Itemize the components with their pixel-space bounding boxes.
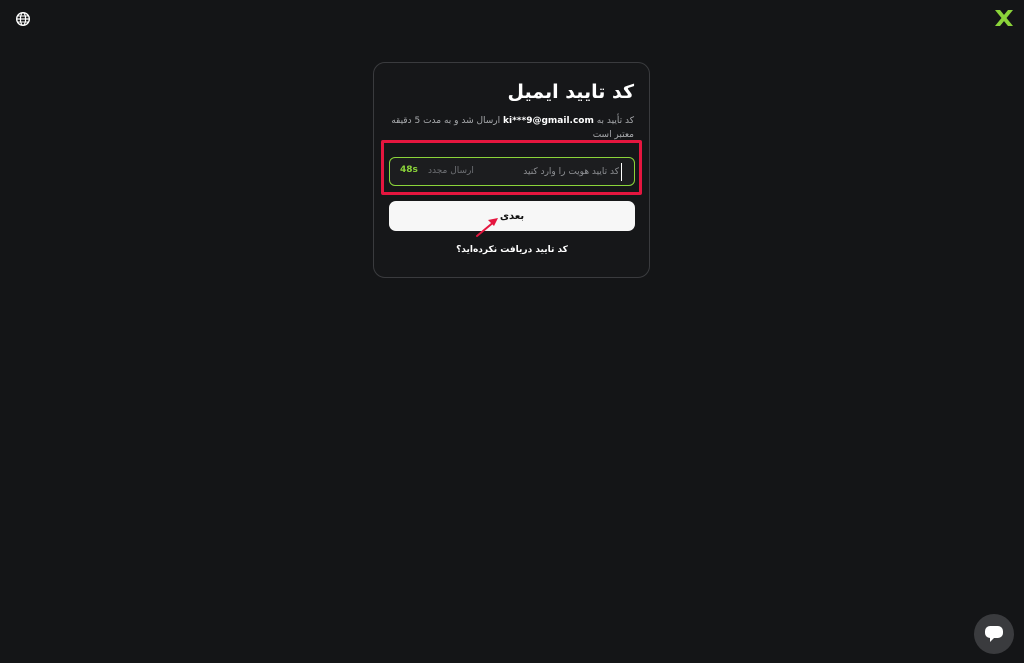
chat-bubble-icon: [985, 626, 1003, 642]
resend-timer: 48s: [400, 165, 418, 175]
code-not-received-link[interactable]: کد تایید دریافت نکرده‌اید؟: [450, 245, 574, 255]
description-prefix: کد تأیید به: [596, 116, 634, 126]
verification-description: کد تأیید به ki***9@gmail.com ارسال شد و …: [386, 114, 634, 142]
verification-code-field[interactable]: ارسال مجدد 48s: [389, 157, 635, 186]
support-chat-button[interactable]: [974, 614, 1014, 654]
x-logo-icon[interactable]: [994, 9, 1014, 27]
next-button[interactable]: بعدی: [389, 201, 635, 231]
page-title: کد تایید ایمیل: [507, 81, 635, 103]
globe-icon[interactable]: [15, 11, 31, 27]
masked-email: ki***9@gmail.com: [503, 116, 594, 126]
verification-code-input[interactable]: [499, 163, 622, 181]
arrow-annotation-icon: [476, 218, 498, 237]
page: کد تایید ایمیل کد تأیید به ki***9@gmail.…: [0, 0, 1024, 663]
resend-label: ارسال مجدد: [428, 166, 474, 176]
